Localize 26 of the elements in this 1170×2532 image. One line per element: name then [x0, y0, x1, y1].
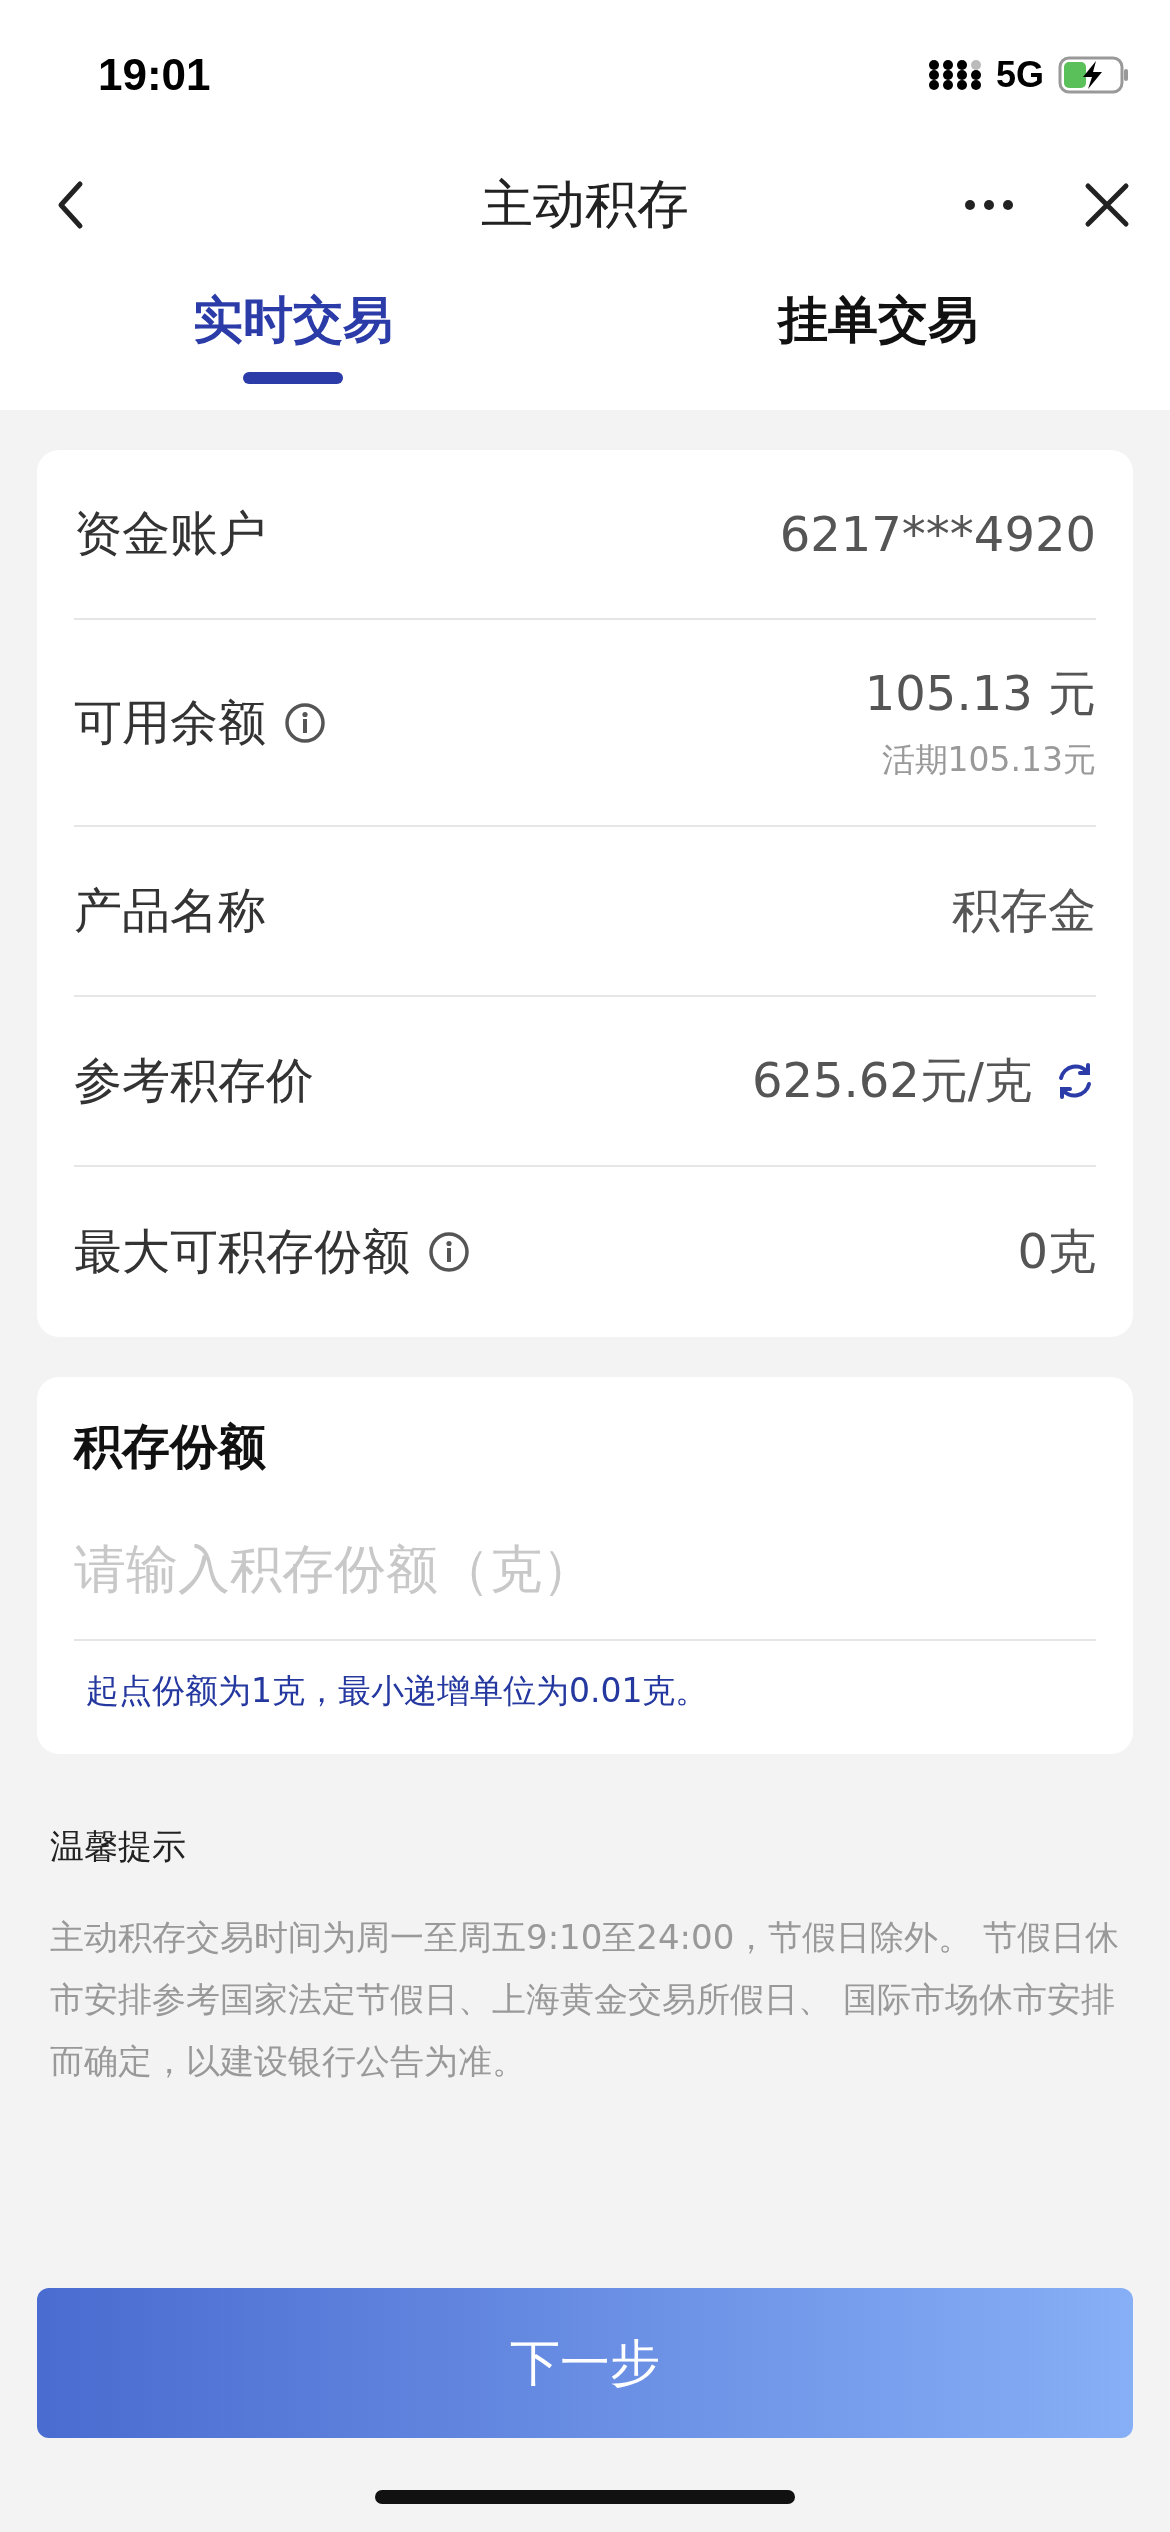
network-label: 5G [995, 54, 1044, 96]
more-icon[interactable] [964, 199, 1014, 211]
row-value: 0克 [1017, 1222, 1096, 1281]
info-icon[interactable] [284, 701, 326, 744]
row-value: 6217***4920 [779, 506, 1096, 562]
amount-title: 积存份额 [74, 1417, 267, 1476]
battery-icon [1058, 56, 1130, 94]
tips-text: 主动积存交易时间为周一至周五9:10至24:00，节假日除外。 节假日休市安排参考国家法定节假日、上海黄金交易所假日、 国际市场休市安排而确定，以建设银行公告为准。 [50, 1916, 1120, 2083]
row-label: 可用余额 [74, 692, 266, 752]
row-value: 积存金 [952, 881, 1096, 940]
row-subvalue: 活期105.13元 [881, 739, 1096, 781]
tab[interactable]: 实时交易 [0, 260, 585, 410]
tips-title: 温馨提示 [50, 1825, 187, 1868]
info-icon[interactable] [428, 1231, 470, 1273]
status-time: 19:01 [98, 50, 211, 100]
close-icon[interactable] [1084, 182, 1130, 228]
tab[interactable]: 挂单交易 [585, 260, 1170, 410]
row-value: 105.13 元 [864, 664, 1096, 723]
row-label: 资金账户 [74, 504, 266, 563]
signal-icon [927, 57, 982, 93]
row-label: 最大可积存份额 [74, 1222, 410, 1281]
row-label: 产品名称 [74, 881, 266, 940]
amount-hint: 起点份额为1克，最小递增单位为0.01克。 [85, 1670, 710, 1712]
row-value: 625.62元/克 [751, 1051, 1032, 1110]
page-title: 主动积存 [481, 173, 689, 236]
row-label: 参考积存价 [74, 1051, 314, 1110]
